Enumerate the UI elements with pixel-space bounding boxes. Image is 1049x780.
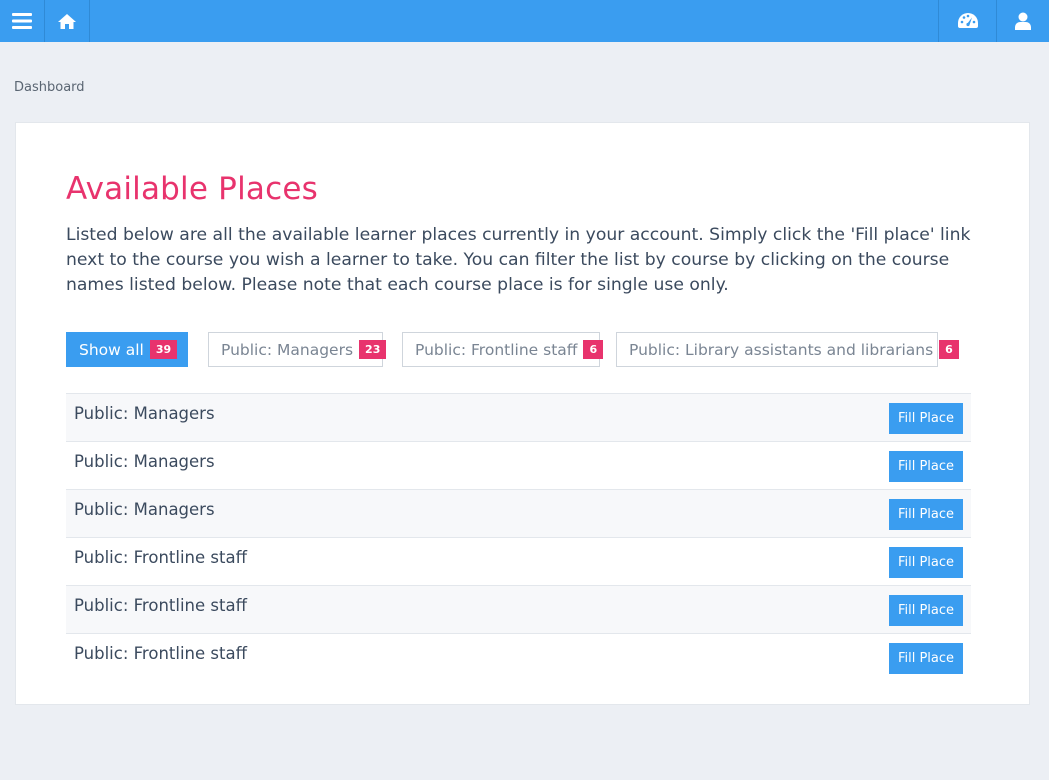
fill-place-button[interactable]: Fill Place <box>889 451 963 482</box>
hamburger-menu-icon <box>12 13 32 29</box>
filter-count-badge: 6 <box>939 340 959 359</box>
fill-place-button[interactable]: Fill Place <box>889 403 963 434</box>
filter-count-badge: 39 <box>149 340 178 359</box>
list-item: Public: Managers Fill Place <box>66 393 971 441</box>
fill-place-button[interactable]: Fill Place <box>889 643 963 674</box>
list-item: Public: Managers Fill Place <box>66 441 971 489</box>
course-name: Public: Managers <box>74 452 215 471</box>
fill-place-button[interactable]: Fill Place <box>889 595 963 626</box>
page-intro-text: Listed below are all the available learn… <box>66 225 971 295</box>
page-title: Available Places <box>66 171 318 207</box>
filter-library-assistants-button[interactable]: Public: Library assistants and librarian… <box>616 332 959 367</box>
available-places-card: Available Places Listed below are all th… <box>15 122 1030 705</box>
breadcrumb: Dashboard <box>14 80 85 95</box>
course-name: Public: Frontline staff <box>74 548 247 567</box>
home-icon <box>58 13 76 29</box>
dashboard-button[interactable] <box>938 0 996 42</box>
course-name: Public: Managers <box>74 404 215 423</box>
course-name: Public: Managers <box>74 500 215 519</box>
breadcrumb-dashboard[interactable]: Dashboard <box>14 80 85 95</box>
filter-count-badge: 6 <box>583 340 604 359</box>
fill-place-button[interactable]: Fill Place <box>889 547 963 578</box>
filter-label: Public: Managers <box>221 340 354 359</box>
top-navbar <box>0 0 1049 42</box>
list-item: Public: Managers Fill Place <box>66 489 971 537</box>
course-name: Public: Frontline staff <box>74 596 247 615</box>
dashboard-gauge-icon <box>957 13 978 28</box>
filter-frontline-staff-button[interactable]: Public: Frontline staff 6 <box>402 332 604 367</box>
filter-managers-button[interactable]: Public: Managers 23 <box>208 332 387 367</box>
user-menu-button[interactable] <box>996 0 1049 42</box>
list-item: Public: Frontline staff Fill Place <box>66 633 971 681</box>
filter-label: Public: Frontline staff <box>415 340 578 359</box>
user-icon <box>1015 12 1031 30</box>
places-list: Public: Managers Fill Place Public: Mana… <box>66 393 971 681</box>
menu-toggle-button[interactable] <box>0 0 45 42</box>
fill-place-button[interactable]: Fill Place <box>889 499 963 530</box>
filter-count-badge: 23 <box>359 340 387 359</box>
filter-show-all-button[interactable]: Show all 39 <box>66 332 188 367</box>
filter-label: Public: Library assistants and librarian… <box>629 340 934 359</box>
list-item: Public: Frontline staff Fill Place <box>66 585 971 633</box>
list-item: Public: Frontline staff Fill Place <box>66 537 971 585</box>
home-button[interactable] <box>45 0 90 42</box>
course-name: Public: Frontline staff <box>74 644 247 663</box>
filter-label: Show all <box>79 340 144 359</box>
